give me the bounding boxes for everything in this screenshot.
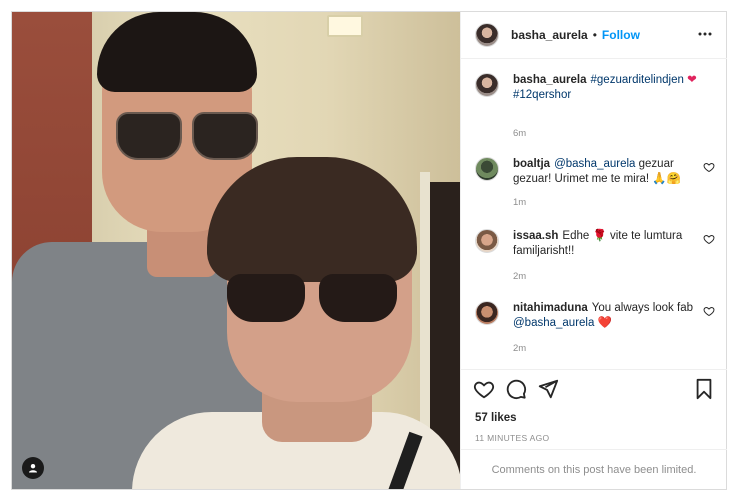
- action-bar: [461, 369, 727, 410]
- comment-time: 2m: [513, 271, 527, 282]
- comments-list[interactable]: basha_aurela #gezuarditelindjen ❤ #12qers…: [461, 59, 727, 368]
- heart-icon[interactable]: [703, 161, 715, 173]
- list-item: issaa.sh Edhe 🌹 vite te lumtura familjari…: [475, 229, 715, 289]
- comment-time: 1m: [513, 197, 527, 208]
- comment-emoji: 🙏🤗: [652, 173, 681, 185]
- heart-icon[interactable]: [703, 305, 715, 317]
- share-icon[interactable]: [537, 378, 559, 400]
- comment-icon[interactable]: [505, 378, 527, 400]
- comment-mention[interactable]: @basha_aurela: [513, 317, 594, 329]
- post-photo[interactable]: [12, 12, 460, 489]
- avatar[interactable]: [475, 73, 499, 97]
- comments-limited-notice: Comments on this post have been limited.: [461, 449, 727, 490]
- avatar[interactable]: [475, 229, 499, 253]
- ceiling-light: [327, 15, 363, 37]
- avatar[interactable]: [475, 23, 499, 47]
- comment-username[interactable]: boaltja: [513, 158, 550, 170]
- user-tag-icon[interactable]: [22, 457, 44, 479]
- post-modal: basha_aurela • Follow basha_aurela #gezua…: [11, 11, 727, 490]
- caption: basha_aurela #gezuarditelindjen ❤ #12qers…: [475, 73, 715, 139]
- caption-username[interactable]: basha_aurela: [513, 74, 587, 86]
- heart-icon[interactable]: [473, 378, 495, 400]
- heart-icon[interactable]: [703, 233, 715, 245]
- likes-count[interactable]: 57 likes: [475, 412, 517, 424]
- caption-hashtag[interactable]: #gezuarditelindjen: [591, 74, 684, 86]
- comment-mention[interactable]: @basha_aurela: [554, 158, 635, 170]
- post-header: basha_aurela • Follow: [461, 12, 727, 59]
- comment-username[interactable]: nitahimaduna: [513, 302, 588, 314]
- author-username[interactable]: basha_aurela: [511, 28, 588, 42]
- post-sidebar: basha_aurela • Follow basha_aurela #gezua…: [460, 12, 727, 490]
- comment-text: You always look fab: [591, 302, 693, 314]
- comment-emoji: ❤️: [597, 317, 612, 329]
- caption-hashtag-2[interactable]: #12qershor: [513, 89, 571, 101]
- comment-emoji: 🌹: [592, 230, 607, 242]
- comment-username[interactable]: issaa.sh: [513, 230, 558, 242]
- more-options-icon[interactable]: [697, 26, 713, 42]
- post-timestamp: 11 MINUTES AGO: [475, 433, 550, 443]
- red-heart-emoji: ❤: [687, 74, 697, 86]
- list-item: boaltja @basha_aurela gezuar gezuar! Urim…: [475, 157, 715, 217]
- bookmark-icon[interactable]: [693, 378, 715, 400]
- comment-time: 2m: [513, 343, 527, 354]
- separator-dot: •: [592, 28, 597, 42]
- avatar[interactable]: [475, 301, 499, 325]
- follow-button[interactable]: Follow: [602, 28, 640, 42]
- list-item: nitahimaduna You always look fab @basha_a…: [475, 301, 715, 361]
- comment-text-before: Edhe: [562, 230, 590, 242]
- caption-time: 6m: [513, 128, 527, 139]
- avatar[interactable]: [475, 157, 499, 181]
